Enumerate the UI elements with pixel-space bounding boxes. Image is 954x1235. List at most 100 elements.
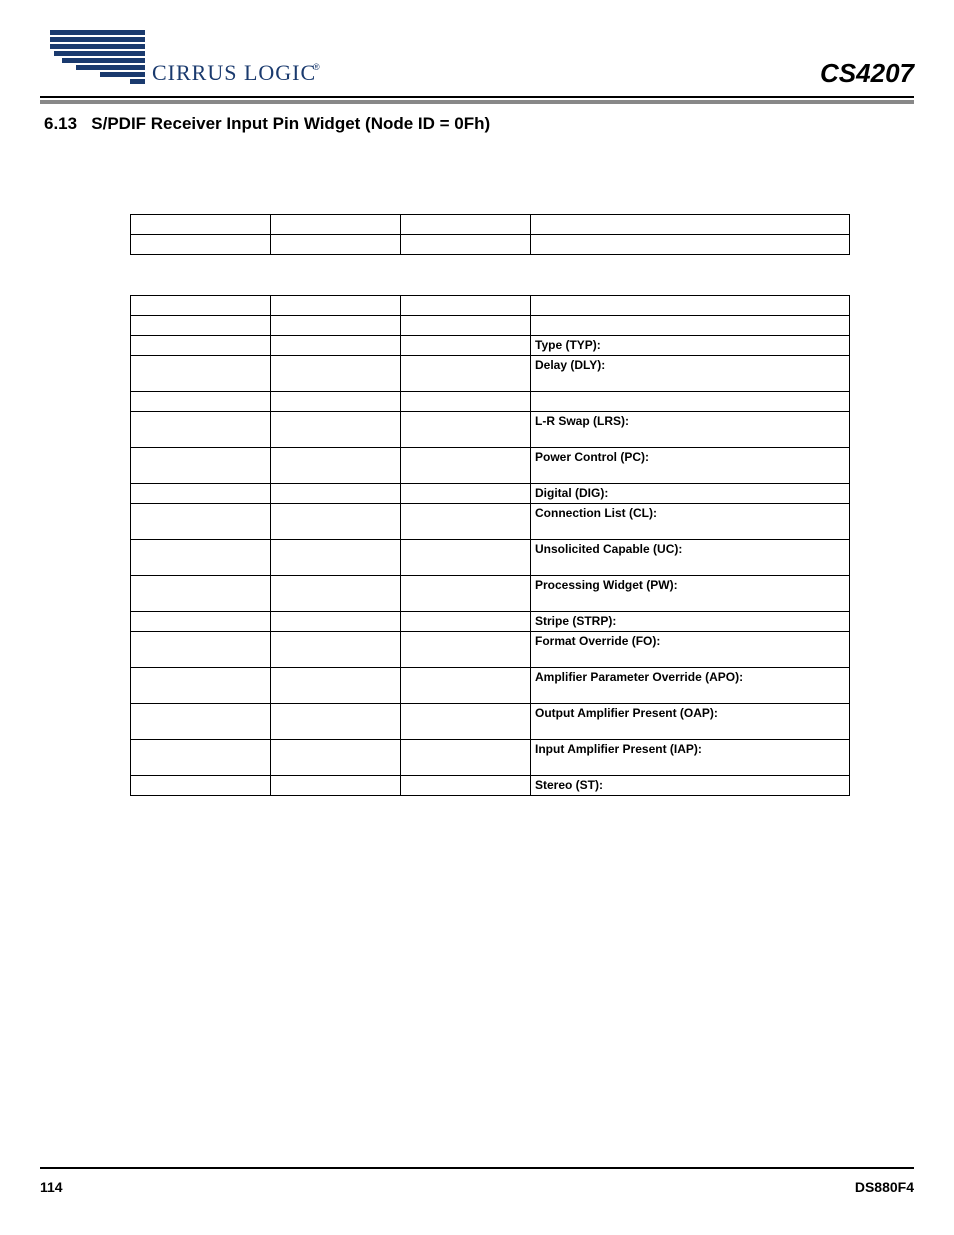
page-number: 114 <box>40 1179 63 1195</box>
brand-logo: CIRRUS LOGIC ® <box>40 24 320 92</box>
table-cell <box>271 296 401 316</box>
table-row <box>131 316 850 336</box>
table-cell <box>131 740 271 776</box>
table-cell <box>131 316 271 336</box>
table-cell <box>131 215 271 235</box>
table-cell <box>131 612 271 632</box>
table-row: Connection List (CL): <box>131 504 850 540</box>
table-cell <box>271 392 401 412</box>
table-cell <box>271 484 401 504</box>
table-cell <box>131 356 271 392</box>
table-cell <box>401 235 531 255</box>
table-cell <box>131 704 271 740</box>
page-footer: 114 DS880F4 <box>40 1167 914 1195</box>
table-row: L-R Swap (LRS): <box>131 412 850 448</box>
table-cell <box>401 215 531 235</box>
table-cell <box>271 740 401 776</box>
table-cell <box>401 484 531 504</box>
table-cell <box>271 235 401 255</box>
table-cell <box>531 296 850 316</box>
table-cell <box>131 296 271 316</box>
table-row: Unsolicited Capable (UC): <box>131 540 850 576</box>
table-row: Processing Widget (PW): <box>131 576 850 612</box>
table-row: Digital (DIG): <box>131 484 850 504</box>
header-rule-thin <box>40 96 914 98</box>
table-row: Amplifier Parameter Override (APO): <box>131 668 850 704</box>
table-cell: Output Amplifier Present (OAP): <box>531 704 850 740</box>
table-cell <box>271 448 401 484</box>
table-cell <box>131 448 271 484</box>
table-cell <box>271 504 401 540</box>
table-row <box>131 392 850 412</box>
table-cell: Stereo (ST): <box>531 776 850 796</box>
table-cell: Processing Widget (PW): <box>531 576 850 612</box>
table-row <box>131 215 850 235</box>
table-cell: Type (TYP): <box>531 336 850 356</box>
table-cell: Unsolicited Capable (UC): <box>531 540 850 576</box>
table-cell <box>271 336 401 356</box>
part-number: CS4207 <box>820 60 914 92</box>
table-cell <box>271 412 401 448</box>
table-cell <box>401 356 531 392</box>
table-row: Output Amplifier Present (OAP): <box>131 704 850 740</box>
table-cell: Amplifier Parameter Override (APO): <box>531 668 850 704</box>
section-heading: 6.13 S/PDIF Receiver Input Pin Widget (N… <box>44 114 914 134</box>
table-cell <box>401 448 531 484</box>
table-cell <box>271 704 401 740</box>
table-cell <box>401 576 531 612</box>
table-cell <box>131 392 271 412</box>
table-cell <box>401 336 531 356</box>
table-cell <box>401 392 531 412</box>
table-row: Input Amplifier Present (IAP): <box>131 740 850 776</box>
table-cell: Stripe (STRP): <box>531 612 850 632</box>
table-cell <box>531 215 850 235</box>
table-cell <box>131 668 271 704</box>
table-cell: Delay (DLY): <box>531 356 850 392</box>
table-cell <box>131 504 271 540</box>
table-cell <box>131 776 271 796</box>
table-cell <box>531 316 850 336</box>
table-cell <box>271 576 401 612</box>
table-cell <box>131 576 271 612</box>
table-cell <box>401 612 531 632</box>
table-cell <box>271 215 401 235</box>
svg-text:®: ® <box>313 62 320 72</box>
table-cell <box>131 235 271 255</box>
footer-rule <box>40 1167 914 1169</box>
table-cell <box>401 704 531 740</box>
section-number: 6.13 <box>44 114 77 133</box>
table-row: Stripe (STRP): <box>131 612 850 632</box>
table-cell <box>401 632 531 668</box>
table-cell <box>271 612 401 632</box>
table-row <box>131 235 850 255</box>
summary-table <box>130 214 850 255</box>
table-cell <box>271 316 401 336</box>
table-row: Type (TYP): <box>131 336 850 356</box>
table-row: Format Override (FO): <box>131 632 850 668</box>
table-cell <box>401 316 531 336</box>
table-cell <box>531 235 850 255</box>
table-row: Power Control (PC): <box>131 448 850 484</box>
table-cell: L-R Swap (LRS): <box>531 412 850 448</box>
table-cell <box>271 776 401 796</box>
table-cell <box>401 776 531 796</box>
svg-text:CIRRUS LOGIC: CIRRUS LOGIC <box>152 60 316 85</box>
table-cell <box>401 668 531 704</box>
document-id: DS880F4 <box>855 1179 914 1195</box>
table-cell <box>131 540 271 576</box>
table-cell: Format Override (FO): <box>531 632 850 668</box>
table-cell <box>131 632 271 668</box>
table-cell <box>271 632 401 668</box>
table-cell <box>131 412 271 448</box>
table-cell <box>531 392 850 412</box>
table-cell: Digital (DIG): <box>531 484 850 504</box>
capability-table: Type (TYP):Delay (DLY): L-R Swap (LRS):Po… <box>130 295 850 796</box>
cirrus-logic-logo-icon: CIRRUS LOGIC ® <box>40 24 320 92</box>
table-cell <box>401 504 531 540</box>
table-cell <box>131 336 271 356</box>
table-cell <box>131 484 271 504</box>
header-rule-thick <box>40 100 914 104</box>
table-cell: Input Amplifier Present (IAP): <box>531 740 850 776</box>
table-cell <box>401 412 531 448</box>
section-title-text: S/PDIF Receiver Input Pin Widget (Node I… <box>91 114 490 133</box>
